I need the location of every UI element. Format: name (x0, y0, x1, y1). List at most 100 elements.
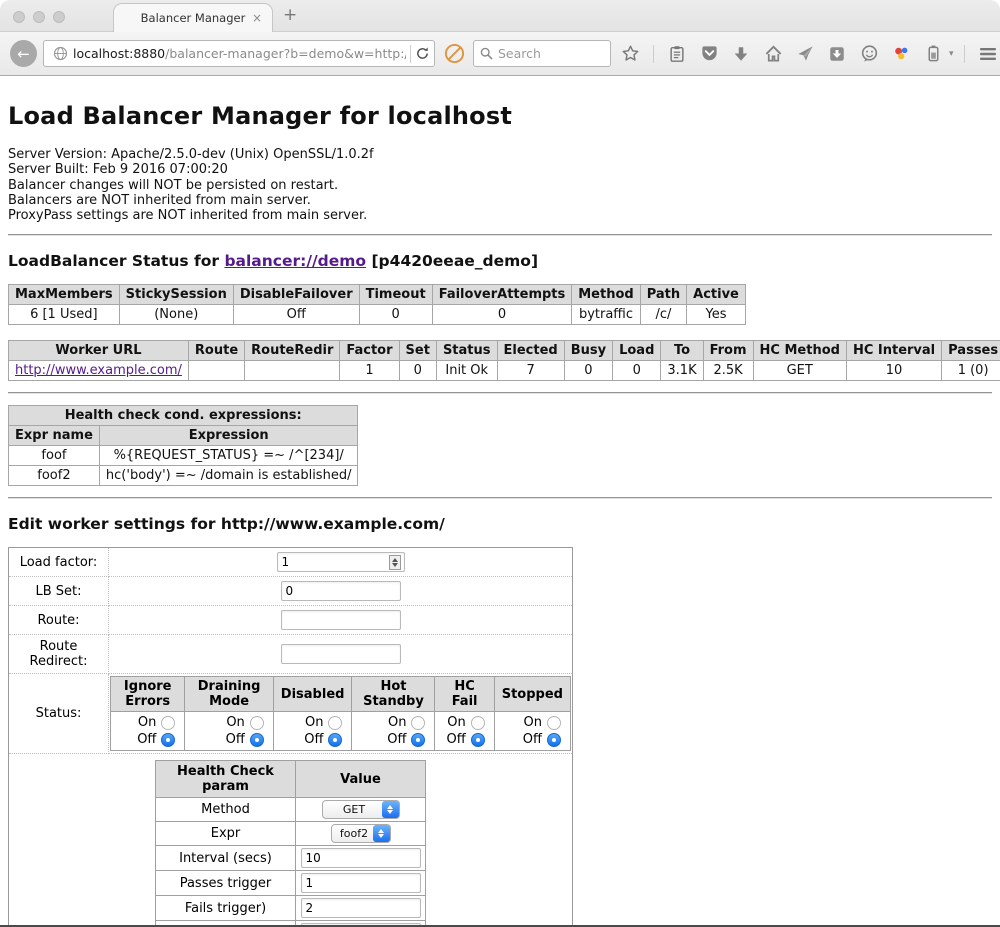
worker-table: Worker URL Route RouteRedir Factor Set S… (8, 340, 1000, 381)
hc-fail-on-radio[interactable] (471, 716, 485, 730)
off-label: Off (387, 732, 406, 747)
close-tab-icon[interactable]: × (252, 11, 262, 25)
worker-url-link[interactable]: http://www.example.com/ (15, 363, 182, 378)
heading-suffix: [p4420eeae_demo] (366, 252, 538, 270)
route-input[interactable] (281, 610, 401, 630)
col-routeredir: RouteRedir (245, 341, 340, 361)
zoom-window-button[interactable] (53, 11, 65, 23)
stopped-on-radio[interactable] (547, 716, 561, 730)
col-failoverattempts: FailoverAttempts (432, 285, 572, 305)
server-info: Server Version: Apache/2.5.0-dev (Unix) … (8, 147, 992, 223)
col-disablefailover: DisableFailover (233, 285, 359, 305)
menu-icon[interactable] (975, 40, 1000, 67)
hot-standby-on-radio[interactable] (411, 716, 425, 730)
status-label: Status: (9, 674, 109, 754)
method-select[interactable]: GET (322, 800, 400, 819)
bookmark-star-icon[interactable] (617, 40, 643, 67)
interval-input[interactable] (301, 848, 421, 868)
expr-select[interactable]: foof2 (331, 824, 391, 843)
cell-route (188, 361, 244, 381)
hc-fail-off-radio[interactable] (471, 733, 485, 747)
fails-trigger-label: Fails trigger) (156, 896, 296, 921)
search-input[interactable]: Search (473, 40, 611, 67)
chat-icon[interactable] (856, 40, 882, 67)
download-box-icon[interactable] (824, 40, 850, 67)
route-label: Route: (9, 606, 109, 635)
fails-trigger-input[interactable] (301, 898, 421, 918)
cell-expr-name: foof2 (9, 466, 100, 486)
tab-balancer-manager[interactable]: Balancer Manager × (113, 3, 273, 32)
passes-trigger-label: Passes trigger (156, 871, 296, 896)
hc-row-expr: Expr foof2 (156, 822, 426, 846)
hc-row-interval: Interval (secs) (156, 846, 426, 871)
chevron-down-icon[interactable]: ▾ (949, 49, 954, 59)
on-label: On (447, 715, 465, 730)
reading-list-icon[interactable] (664, 40, 690, 67)
cell-status: Init Ok (436, 361, 497, 381)
method-label: Method (156, 798, 296, 822)
disabled-off-radio[interactable] (328, 733, 342, 747)
col-hc-interval: HC Interval (846, 341, 941, 361)
on-label: On (226, 715, 244, 730)
cell-disablefailover: Off (233, 305, 359, 325)
reload-icon[interactable] (415, 46, 430, 61)
url-bar[interactable]: localhost:8880/balancer-manager?b=demo&w… (43, 40, 435, 67)
col-stopped: Stopped (494, 677, 570, 712)
hot-standby-off-radio[interactable] (411, 733, 425, 747)
back-button[interactable]: ← (10, 40, 37, 67)
block-icon[interactable] (441, 40, 467, 67)
ignore-errors-on-radio[interactable] (161, 716, 175, 730)
draining-mode-on-radio[interactable] (250, 716, 264, 730)
divider (410, 45, 411, 63)
on-label: On (388, 715, 406, 730)
load-factor-input[interactable] (277, 552, 405, 572)
inherit-notice-line: Balancers are NOT inherited from main se… (8, 193, 992, 208)
col-method: Method (572, 285, 640, 305)
draining-mode-off-radio[interactable] (250, 733, 264, 747)
route-redirect-input[interactable] (281, 644, 401, 664)
cell-hc-interval: 10 (846, 361, 941, 381)
cell-method: bytraffic (572, 305, 640, 325)
pocket-icon[interactable] (696, 40, 722, 67)
number-stepper[interactable] (389, 555, 401, 570)
select-arrows-icon (373, 825, 390, 842)
minimize-window-button[interactable] (33, 11, 45, 23)
balancer-demo-link[interactable]: balancer://demo (224, 252, 366, 270)
form-row-lb-set: LB Set: (9, 577, 573, 606)
stopped-off-radio[interactable] (547, 733, 561, 747)
cell-set: 0 (399, 361, 436, 381)
battery-icon[interactable] (920, 40, 946, 67)
new-tab-button[interactable]: + (283, 5, 297, 25)
hc-uri-input[interactable] (301, 923, 421, 927)
send-icon[interactable] (792, 40, 818, 67)
interval-label: Interval (secs) (156, 846, 296, 871)
close-window-button[interactable] (13, 11, 25, 23)
cell-maxmembers: 6 [1 Used] (9, 305, 120, 325)
hc-row-method: Method GET (156, 798, 426, 822)
home-icon[interactable] (760, 40, 786, 67)
downloads-icon[interactable] (728, 40, 754, 67)
ignore-errors-off-radio[interactable] (161, 733, 175, 747)
health-check-table: Health Check param Value Method GET (155, 760, 426, 927)
method-select-value: GET (323, 803, 382, 816)
lb-set-input[interactable] (281, 581, 401, 601)
table-header-row: Health Check param Value (156, 761, 426, 798)
proxypass-notice-line: ProxyPass settings are NOT inherited fro… (8, 208, 992, 223)
cell-hc-method: GET (753, 361, 846, 381)
colorful-dots-icon[interactable] (888, 40, 914, 67)
col-maxmembers: MaxMembers (9, 285, 120, 305)
col-elected: Elected (497, 341, 564, 361)
col-active: Active (687, 285, 746, 305)
col-busy: Busy (564, 341, 612, 361)
disabled-on-radio[interactable] (328, 716, 342, 730)
hc-row-fails: Fails trigger) (156, 896, 426, 921)
url-host: localhost:8880 (73, 46, 165, 61)
col-load: Load (613, 341, 661, 361)
passes-trigger-input[interactable] (301, 873, 421, 893)
search-icon (480, 47, 493, 60)
col-hc-value: Value (296, 761, 426, 798)
col-hc-method: HC Method (753, 341, 846, 361)
col-hot-standby: Hot Standby (352, 677, 435, 712)
expr-table: Health check cond. expressions: Expr nam… (8, 405, 358, 486)
persist-notice-line: Balancer changes will NOT be persisted o… (8, 178, 992, 193)
